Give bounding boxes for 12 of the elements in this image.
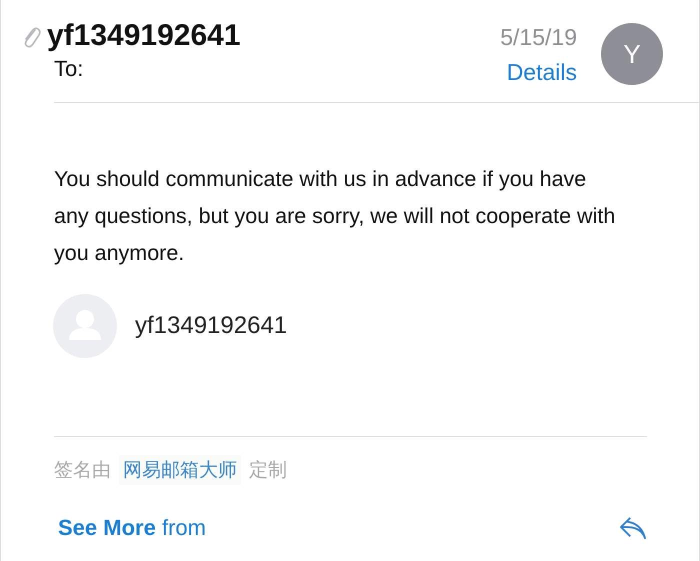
message-text: You should communicate with us in advance if you have any questions, but you are sorry, we will not cooperate with you anymore.: [54, 166, 616, 267]
details-link[interactable]: Details: [506, 59, 577, 86]
sender-name: yf1349192641: [47, 18, 241, 54]
to-label: To:: [54, 56, 84, 82]
signature-name: yf1349192641: [135, 312, 288, 340]
see-more-link[interactable]: See More from: [58, 515, 206, 541]
app-link[interactable]: 网易邮箱大师: [119, 455, 241, 485]
reply-icon[interactable]: [619, 516, 647, 540]
avatar: Y: [601, 23, 663, 85]
signature-suffix: 定制: [249, 459, 287, 483]
date: 5/15/19: [500, 24, 577, 51]
signature-prefix: 签名由: [54, 459, 111, 483]
